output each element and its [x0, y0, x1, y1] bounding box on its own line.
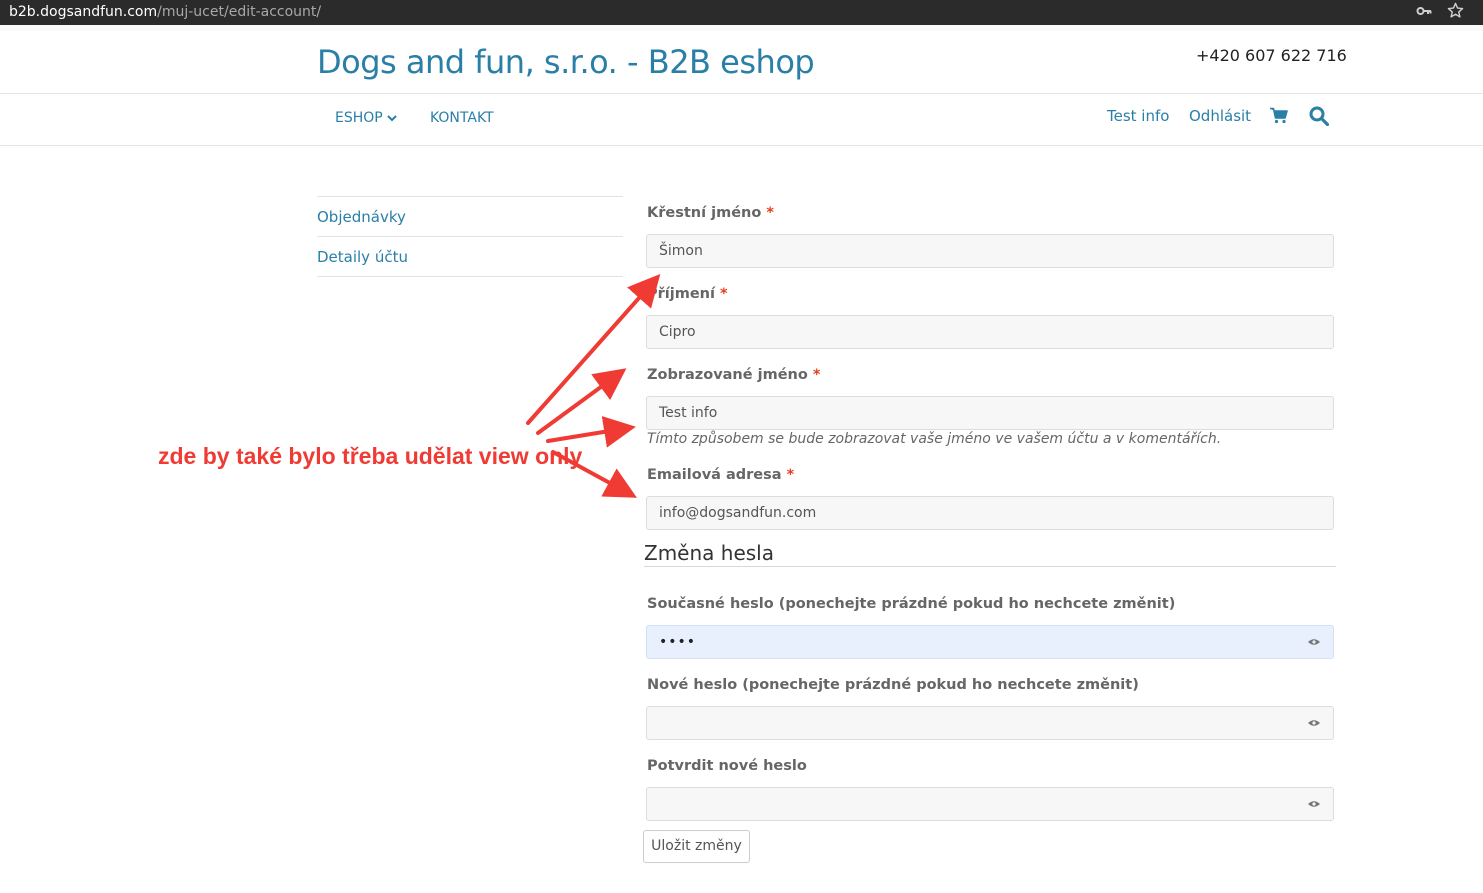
display-name-hint: Tímto způsobem se bude zobrazovat vaše j…	[647, 431, 1222, 447]
star-icon[interactable]	[1447, 2, 1464, 24]
sidebar-divider	[317, 276, 623, 277]
new-password-label: Nové heslo (ponechejte prázdné pokud ho …	[647, 677, 1139, 693]
url-host: b2b.dogsandfun.com	[9, 4, 158, 20]
annotation-arrow	[546, 416, 636, 448]
sidebar-divider	[317, 236, 623, 237]
key-icon[interactable]	[1416, 3, 1432, 24]
sidebar-divider	[317, 196, 623, 197]
confirm-password-field[interactable]	[646, 787, 1334, 821]
nav-eshop-menu[interactable]: ESHOP	[335, 110, 397, 126]
current-password-label: Současné heslo (ponechejte prázdné pokud…	[647, 596, 1176, 612]
display-name-field[interactable]: Test info	[646, 396, 1334, 430]
last-name-label: Příjmení *	[647, 286, 728, 302]
eye-icon[interactable]	[1307, 788, 1321, 820]
last-name-field[interactable]: Cipro	[646, 315, 1334, 349]
url-path: /muj-ucet/edit-account/	[157, 4, 322, 20]
search-icon[interactable]	[1309, 106, 1330, 131]
confirm-password-label: Potvrdit nové heslo	[647, 758, 807, 774]
required-mark: *	[720, 286, 728, 302]
chevron-down-icon	[387, 110, 397, 126]
first-name-label: Křestní jméno *	[647, 205, 774, 221]
nav-divider	[0, 145, 1483, 146]
eye-icon[interactable]	[1307, 626, 1321, 658]
sidebar-item-orders[interactable]: Objednávky	[317, 208, 406, 226]
nav-logout[interactable]: Odhlásit	[1189, 107, 1251, 125]
nav-kontakt[interactable]: KONTAKT	[430, 110, 494, 126]
sidebar-item-account-details[interactable]: Detaily účtu	[317, 248, 408, 266]
current-password-value: ••••	[659, 634, 697, 650]
save-changes-button[interactable]: Uložit změny	[643, 830, 750, 863]
current-password-field[interactable]: ••••	[646, 625, 1334, 659]
required-mark: *	[766, 205, 774, 221]
phone-number: +420 607 622 716	[1196, 46, 1347, 65]
site-title[interactable]: Dogs and fun, s.r.o. - B2B eshop	[317, 42, 815, 82]
first-name-field[interactable]: Šimon	[646, 234, 1334, 268]
eye-icon[interactable]	[1307, 707, 1321, 739]
section-divider	[644, 566, 1336, 567]
email-label: Emailová adresa *	[647, 467, 795, 483]
cart-icon[interactable]	[1270, 107, 1288, 129]
password-section-title: Změna hesla	[644, 541, 774, 565]
email-field[interactable]: info@dogsandfun.com	[646, 496, 1334, 530]
url-text[interactable]: b2b.dogsandfun.com/muj-ucet/edit-account…	[9, 4, 321, 20]
display-name-label: Zobrazované jméno *	[647, 367, 821, 383]
nav-eshop-label: ESHOP	[335, 110, 383, 126]
nav-account-name[interactable]: Test info	[1107, 107, 1169, 125]
required-mark: *	[786, 467, 795, 483]
browser-url-bar[interactable]: b2b.dogsandfun.com/muj-ucet/edit-account…	[0, 0, 1483, 25]
annotation-arrow	[536, 368, 627, 435]
new-password-field[interactable]	[646, 706, 1334, 740]
annotation-text: zde by také bylo třeba udělat view only	[158, 443, 583, 469]
browser-divider	[0, 25, 1483, 31]
required-mark: *	[812, 367, 821, 383]
header-divider	[0, 93, 1483, 94]
annotation-arrow	[526, 274, 661, 425]
